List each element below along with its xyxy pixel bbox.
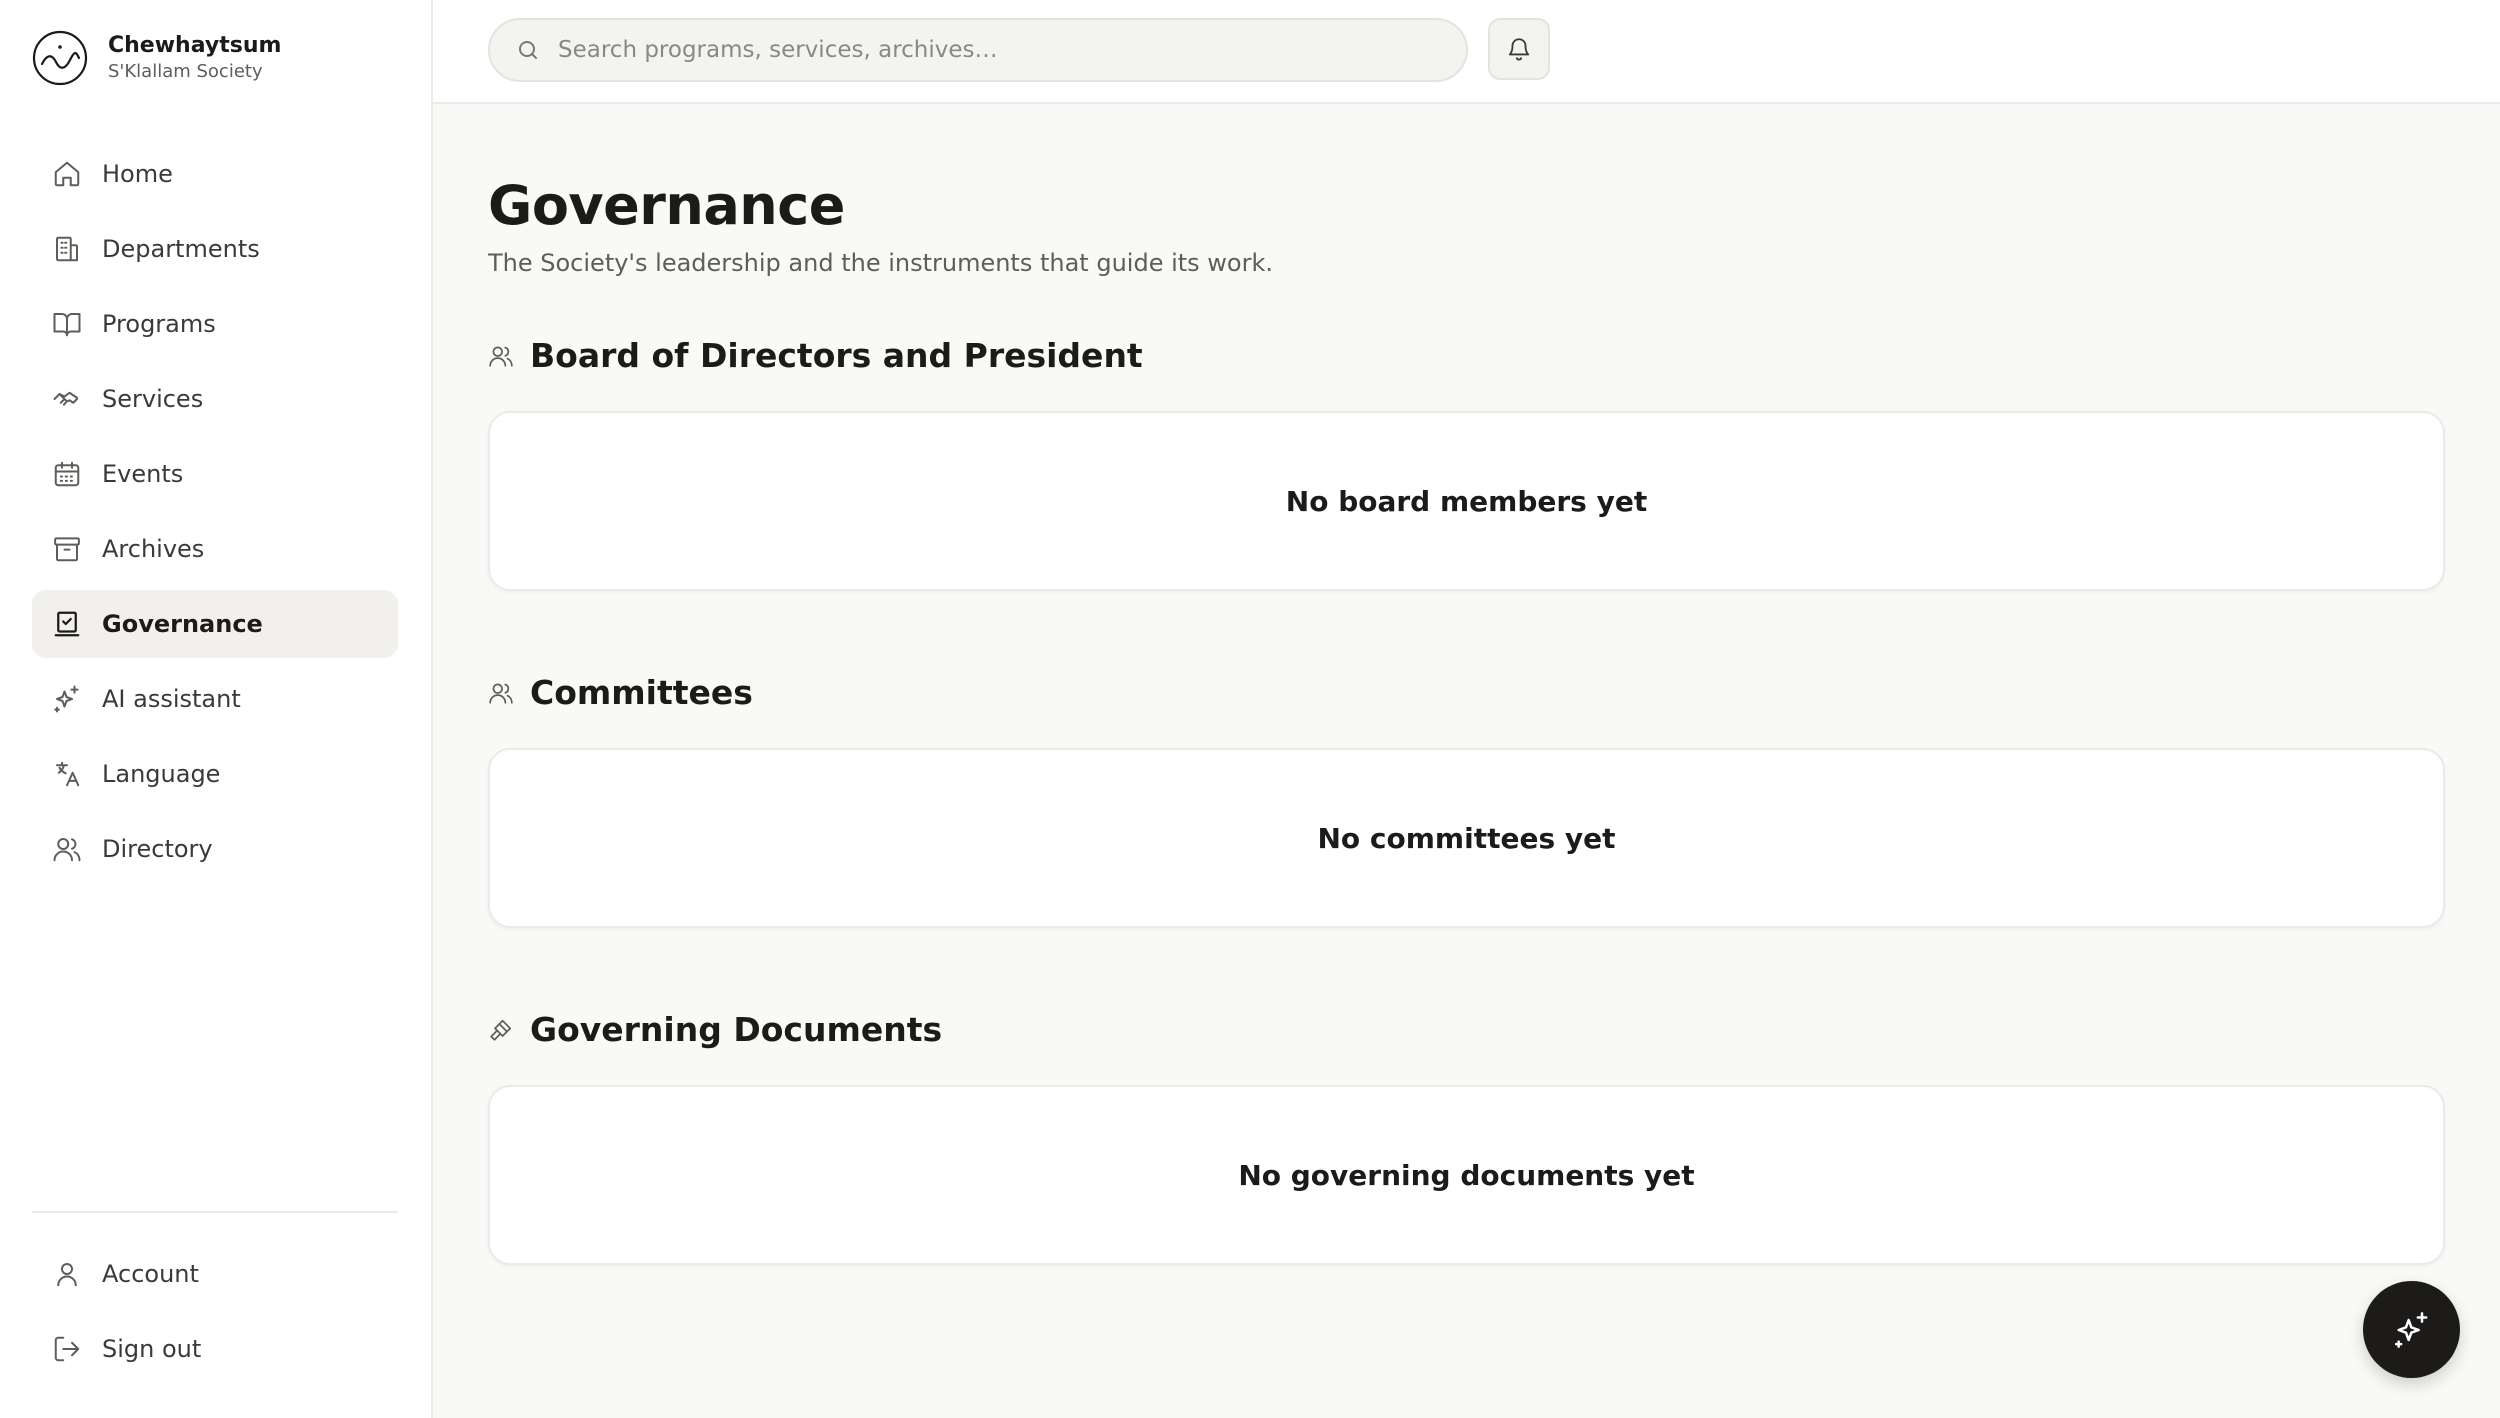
nav-item-home[interactable]: Home <box>32 140 398 208</box>
calendar-icon <box>54 461 80 487</box>
main-nav: Home Departments Programs Services Event… <box>32 140 398 890</box>
nav-label: Account <box>102 1260 199 1288</box>
sidebar: Chewhaytsum S'Klallam Society Home Depar… <box>0 0 433 1418</box>
section-documents-header: Governing Documents <box>488 1010 942 1049</box>
sidebar-divider <box>32 1211 398 1213</box>
nav-label: Sign out <box>102 1335 202 1363</box>
users-icon <box>53 838 81 862</box>
ai-assistant-button[interactable] <box>2363 1281 2460 1378</box>
nav-item-departments[interactable]: Departments <box>32 215 398 283</box>
page-subtitle: The Society's leadership and the instrum… <box>488 249 1274 277</box>
nav-label: Language <box>102 760 221 788</box>
user-icon <box>57 1263 77 1287</box>
nav-item-language[interactable]: Language <box>32 740 398 808</box>
nav-label: Archives <box>102 535 205 563</box>
page-title: Governance <box>488 174 845 237</box>
users-icon <box>489 682 513 704</box>
top-bar <box>433 0 2500 104</box>
board-empty-card: No board members yet <box>488 411 2445 591</box>
gavel-icon <box>490 1019 512 1041</box>
nav-label: Programs <box>102 310 216 338</box>
users-icon <box>489 345 513 367</box>
brand[interactable]: Chewhaytsum S'Klallam Society <box>32 30 281 86</box>
nav-item-services[interactable]: Services <box>32 365 398 433</box>
nav-item-sign-out[interactable]: Sign out <box>32 1315 398 1383</box>
sparkles-icon <box>54 685 79 713</box>
notifications-button[interactable] <box>1488 18 1550 80</box>
archive-icon <box>54 537 80 562</box>
nav-item-account[interactable]: Account <box>32 1240 398 1308</box>
bell-icon <box>1508 38 1530 61</box>
empty-state-text: No governing documents yet <box>1238 1158 1695 1192</box>
nav-label: Directory <box>102 835 213 863</box>
section-title: Governing Documents <box>530 1010 943 1049</box>
brand-subtitle: S'Klallam Society <box>108 61 263 82</box>
building-icon <box>56 236 78 262</box>
translate-icon <box>56 761 80 787</box>
nav-label: Departments <box>102 235 260 263</box>
account-nav: Account Sign out <box>32 1240 398 1390</box>
section-board-header: Board of Directors and President <box>488 336 1143 375</box>
nav-label: Home <box>102 160 173 188</box>
section-title: Board of Directors and President <box>530 336 1143 375</box>
nav-item-directory[interactable]: Directory <box>32 815 398 883</box>
committees-empty-card: No committees yet <box>488 748 2445 928</box>
nav-label: Services <box>102 385 204 413</box>
logo-icon <box>32 30 88 86</box>
brand-name: Chewhaytsum <box>108 33 282 58</box>
main-content: Governance The Society's leadership and … <box>433 0 2500 1418</box>
nav-item-ai-assistant[interactable]: AI assistant <box>32 665 398 733</box>
brand-text: Chewhaytsum S'Klallam Society <box>108 32 281 84</box>
nav-item-events[interactable]: Events <box>32 440 398 508</box>
nav-item-programs[interactable]: Programs <box>32 290 398 358</box>
vote-icon <box>54 611 80 637</box>
book-icon <box>53 313 81 337</box>
empty-state-text: No board members yet <box>1285 484 1648 518</box>
handshake-icon <box>53 391 78 406</box>
nav-label: Governance <box>102 610 263 638</box>
sign-out-icon <box>54 1336 80 1362</box>
nav-label: AI assistant <box>102 685 241 713</box>
empty-state-text: No committees yet <box>1317 821 1616 855</box>
sparkles-icon <box>2394 1311 2427 1348</box>
nav-item-governance[interactable]: Governance <box>32 590 398 658</box>
section-title: Committees <box>530 673 753 712</box>
search-bar[interactable] <box>488 18 1468 82</box>
search-input[interactable] <box>558 37 1438 63</box>
nav-item-archives[interactable]: Archives <box>32 515 398 583</box>
home-icon <box>54 161 80 187</box>
section-committees-header: Committees <box>488 673 753 712</box>
documents-empty-card: No governing documents yet <box>488 1085 2445 1265</box>
search-icon <box>519 41 537 59</box>
nav-label: Events <box>102 460 184 488</box>
